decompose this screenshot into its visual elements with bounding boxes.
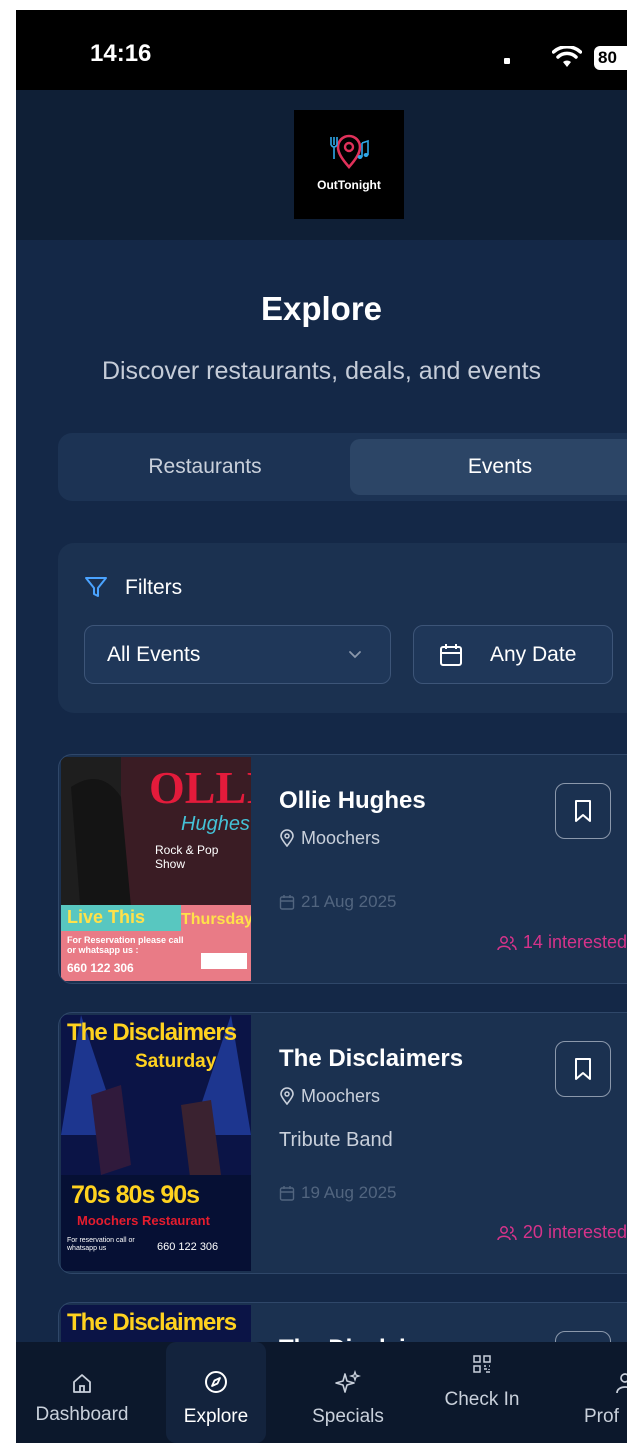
poster-contact: For reservation call or whatsapp us: [67, 1237, 135, 1252]
bookmark-button[interactable]: [555, 783, 611, 839]
wifi-icon: [552, 46, 582, 67]
event-date: 21 Aug 2025: [279, 892, 396, 912]
event-interested: 14 interested: [497, 932, 627, 953]
location-pin-icon: [280, 829, 294, 847]
signal-icon: [504, 58, 510, 64]
event-card[interactable]: The Disclaimers Saturday 70s 80s 90s Moo…: [58, 1012, 627, 1274]
poster-subtitle: Hughes: [181, 813, 250, 835]
logo-text: OutTonight: [317, 178, 381, 192]
qr-icon: [473, 1355, 491, 1373]
filters-label: Filters: [125, 576, 183, 599]
event-venue-label: Moochers: [301, 828, 381, 848]
users-icon: [497, 1226, 517, 1241]
poster-phone: 660 122 306: [67, 961, 134, 975]
event-date-label: 19 Aug 2025: [301, 1183, 397, 1202]
poster-decades: 70s 80s 90s: [71, 1181, 200, 1209]
event-venue: Moochers: [279, 828, 380, 849]
event-date: 19 Aug 2025: [279, 1183, 396, 1203]
status-time: 14:16: [90, 40, 152, 67]
calendar-icon: [279, 895, 295, 910]
event-interested: 20 interested: [497, 1222, 627, 1243]
bookmark-icon: [575, 1058, 591, 1080]
calendar-icon: [279, 1186, 295, 1201]
location-pin-icon: [280, 1087, 294, 1105]
explore-tabs: Restaurants Events: [58, 433, 627, 501]
event-title[interactable]: The Disclaimers: [279, 1045, 463, 1073]
poster-phone: 660 122 306: [157, 1241, 219, 1253]
tab-dashboard-label: Dashboard: [35, 1404, 129, 1425]
filter-icon: [85, 577, 107, 597]
date-filter-button[interactable]: Any Date: [413, 625, 613, 684]
date-filter-label: Any Date: [490, 643, 577, 666]
bookmark-icon: [575, 800, 591, 822]
poster-show: Rock & Pop Show: [155, 843, 219, 871]
bookmark-button[interactable]: [555, 1041, 611, 1097]
poster-tag: Live This: [67, 907, 146, 927]
chevron-down-icon: [349, 651, 361, 659]
tab-specials-label: Specials: [312, 1406, 384, 1427]
battery-indicator: 80: [594, 46, 627, 70]
bottom-tab-bar: Dashboard Explore Specials Check In Prof: [16, 1342, 627, 1443]
event-date-label: 21 Aug 2025: [301, 892, 397, 911]
poster-contact: For Reservation please call or whatsapp …: [67, 935, 184, 955]
calendar-icon: [440, 644, 462, 666]
poster-day: Thursday: [181, 911, 251, 928]
event-type-value: All Events: [107, 643, 201, 666]
poster-title: The Disclaimers: [67, 1309, 237, 1336]
event-type-select[interactable]: All Events: [84, 625, 391, 684]
poster-title: OLLIE: [149, 762, 251, 813]
tab-explore-label: Explore: [183, 1406, 249, 1427]
tab-restaurants[interactable]: Restaurants: [60, 439, 350, 495]
poster-day: Saturday: [135, 1051, 217, 1072]
event-venue-label: Moochers: [301, 1086, 381, 1106]
users-icon: [497, 936, 517, 951]
outtonight-logo[interactable]: OutTonight: [294, 110, 404, 219]
event-poster: OLLIE Hughes Rock & Pop Show Live This T…: [61, 757, 251, 981]
poster-title: The Disclaimers: [67, 1019, 237, 1046]
tab-events[interactable]: Events: [350, 439, 627, 495]
tab-check-in[interactable]: Check In: [426, 1342, 538, 1443]
logo-icon: [330, 134, 369, 169]
home-icon: [73, 1374, 91, 1393]
app-screen: 14:16 80 OutTonight Explore Discover res…: [16, 10, 627, 1443]
event-venue: Moochers: [279, 1086, 380, 1107]
app-header: OutTonight: [16, 90, 627, 240]
tab-profile[interactable]: Prof: [566, 1342, 627, 1443]
tab-specials[interactable]: Specials: [288, 1342, 408, 1443]
event-card[interactable]: OLLIE Hughes Rock & Pop Show Live This T…: [58, 754, 627, 984]
event-interested-label: 14 interested: [522, 932, 627, 952]
tab-explore[interactable]: Explore: [166, 1342, 266, 1443]
filters-panel: Filters All Events Any Date: [58, 543, 627, 713]
event-genre: Tribute Band: [279, 1129, 393, 1151]
compass-icon: [205, 1371, 227, 1393]
tab-dashboard[interactable]: Dashboard: [16, 1342, 148, 1443]
status-bar: 14:16 80: [16, 10, 627, 90]
user-icon: [616, 1373, 627, 1394]
sparkles-icon: [335, 1370, 361, 1393]
poster-venue: Moochers Restaurant: [77, 1213, 210, 1228]
tab-profile-label: Prof: [584, 1406, 619, 1427]
page-subtitle: Discover restaurants, deals, and events: [101, 357, 542, 385]
event-title[interactable]: Ollie Hughes: [279, 787, 426, 815]
page-title: Explore: [260, 290, 383, 327]
tab-check-in-label: Check In: [444, 1389, 520, 1410]
event-interested-label: 20 interested: [522, 1222, 627, 1242]
event-poster: The Disclaimers Saturday 70s 80s 90s Moo…: [61, 1015, 251, 1271]
